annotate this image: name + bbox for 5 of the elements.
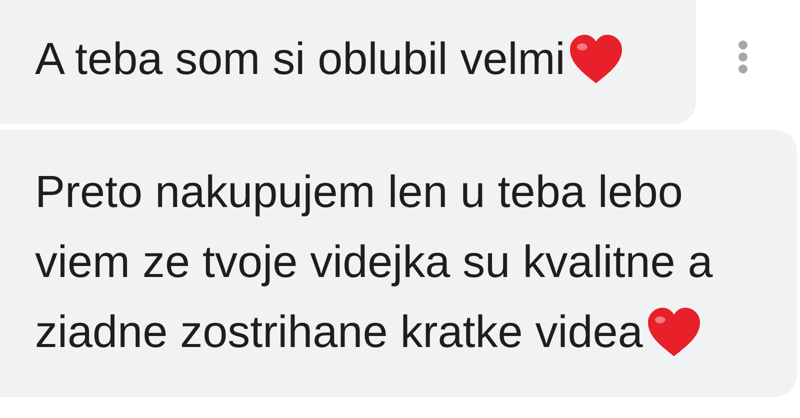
message-line: A teba som si oblubil velmi — [35, 32, 566, 86]
more-options-icon[interactable] — [738, 40, 748, 74]
message-line: Preto nakupujem len u teba lebo — [35, 165, 683, 219]
message-line: ziadne zostrihane kratke videa — [35, 305, 643, 359]
message-line: viem ze tvoje videjka su kvalitne a — [35, 235, 713, 289]
